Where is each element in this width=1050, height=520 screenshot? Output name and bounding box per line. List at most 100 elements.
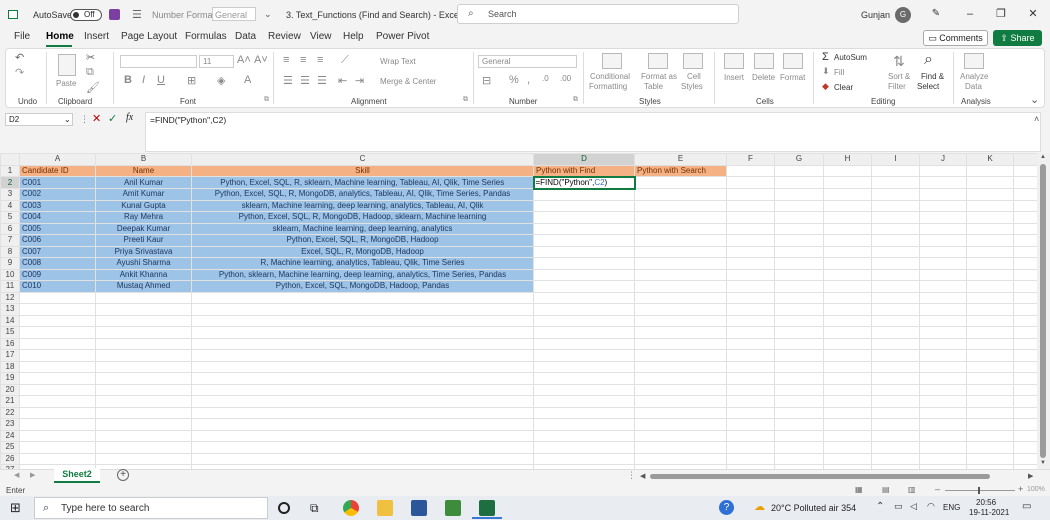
- cell[interactable]: [871, 280, 920, 293]
- cell[interactable]: [919, 383, 967, 396]
- cut-icon[interactable]: ✂: [86, 51, 95, 64]
- cell[interactable]: [726, 257, 775, 270]
- cell[interactable]: [871, 383, 920, 396]
- cell-python-find[interactable]: [533, 222, 635, 235]
- cell[interactable]: [774, 164, 824, 177]
- cell[interactable]: [919, 234, 967, 247]
- language-indicator[interactable]: ENG: [943, 503, 960, 512]
- cell[interactable]: [1013, 418, 1038, 431]
- wrap-text-button[interactable]: Wrap Text: [380, 57, 416, 66]
- cell[interactable]: [191, 349, 534, 362]
- insert-cells-label[interactable]: Insert: [724, 73, 744, 82]
- cell[interactable]: [823, 268, 872, 281]
- decrease-decimal-icon[interactable]: .00: [560, 74, 571, 83]
- fill-color-icon[interactable]: ◈: [217, 74, 225, 87]
- cell[interactable]: [1013, 164, 1038, 177]
- cell-header-name[interactable]: Name: [95, 164, 192, 177]
- cell[interactable]: [823, 257, 872, 270]
- cell[interactable]: [871, 441, 920, 454]
- cell[interactable]: [919, 176, 967, 189]
- app-icon[interactable]: [445, 500, 461, 516]
- cell[interactable]: [871, 199, 920, 212]
- cell[interactable]: [1013, 383, 1038, 396]
- cell[interactable]: [95, 349, 192, 362]
- cell[interactable]: [191, 418, 534, 431]
- row-header[interactable]: 17: [0, 349, 20, 362]
- cell[interactable]: [533, 429, 635, 442]
- format-as-table-label[interactable]: Format as: [641, 72, 677, 81]
- format-painter-icon[interactable]: 🖌: [86, 81, 100, 94]
- cell[interactable]: [823, 406, 872, 419]
- analyze-data-label[interactable]: Analyze: [960, 72, 988, 81]
- cell[interactable]: [919, 245, 967, 258]
- autosum-icon[interactable]: Σ: [822, 51, 829, 63]
- cell[interactable]: [774, 418, 824, 431]
- cell-skill[interactable]: R, Machine learning, analytics, Tableau,…: [191, 257, 534, 270]
- cell[interactable]: [823, 441, 872, 454]
- cell-name[interactable]: Deepak Kumar: [95, 222, 192, 235]
- cell[interactable]: [919, 452, 967, 465]
- cell[interactable]: [774, 199, 824, 212]
- cell[interactable]: [871, 429, 920, 442]
- cell[interactable]: [634, 337, 727, 350]
- cell-name[interactable]: Amit Kumar: [95, 188, 192, 201]
- cell[interactable]: [191, 383, 534, 396]
- cell[interactable]: [1013, 372, 1038, 385]
- zoom-slider[interactable]: [945, 490, 1015, 491]
- speaker-icon[interactable]: ◁: [910, 501, 917, 512]
- cell-python-find[interactable]: [533, 257, 635, 270]
- cell-skill[interactable]: Python, Excel, SQL, MongoDB, Hadoop, Pan…: [191, 280, 534, 293]
- cell[interactable]: [1013, 222, 1038, 235]
- underline-icon[interactable]: U: [157, 74, 165, 86]
- task-view-icon[interactable]: ⧉: [310, 501, 319, 516]
- cell[interactable]: [966, 441, 1014, 454]
- row-header[interactable]: 7: [0, 234, 20, 247]
- cell[interactable]: [1013, 314, 1038, 327]
- cell[interactable]: [823, 337, 872, 350]
- column-header-k[interactable]: K: [966, 153, 1014, 166]
- cell[interactable]: [774, 222, 824, 235]
- cell[interactable]: [726, 406, 775, 419]
- cell-header-python-find[interactable]: Python with Find: [533, 164, 635, 177]
- clock-date[interactable]: 19-11-2021: [969, 508, 1009, 517]
- cell[interactable]: [966, 349, 1014, 362]
- tab-file[interactable]: File: [14, 31, 30, 42]
- cell[interactable]: [1013, 268, 1038, 281]
- cell[interactable]: [774, 372, 824, 385]
- column-header-a[interactable]: A: [19, 153, 96, 166]
- cell-python-find[interactable]: [533, 280, 635, 293]
- insert-function-icon[interactable]: fx: [126, 112, 133, 123]
- select-all-corner[interactable]: [0, 153, 20, 166]
- align-center-icon[interactable]: ☰: [300, 74, 310, 87]
- cell[interactable]: [966, 257, 1014, 270]
- previous-sheet-icon[interactable]: ◀: [14, 471, 19, 479]
- file-explorer-icon[interactable]: [377, 500, 393, 516]
- cell[interactable]: [966, 303, 1014, 316]
- column-header-b[interactable]: B: [95, 153, 192, 166]
- row-header[interactable]: 22: [0, 406, 20, 419]
- cell-candidate-id[interactable]: C004: [19, 211, 96, 224]
- cell[interactable]: [966, 268, 1014, 281]
- cell[interactable]: [533, 291, 635, 304]
- insert-cells-icon[interactable]: [724, 53, 744, 69]
- cell[interactable]: [726, 303, 775, 316]
- worksheet-grid[interactable]: A B C D E F G H I J K 1 Candidate ID Name S…: [0, 153, 1050, 477]
- cell[interactable]: [823, 222, 872, 235]
- copy-icon[interactable]: ⧉: [86, 66, 94, 79]
- cell[interactable]: [95, 337, 192, 350]
- column-header-i[interactable]: I: [871, 153, 920, 166]
- row-header[interactable]: 13: [0, 303, 20, 316]
- cell[interactable]: [19, 349, 96, 362]
- accounting-format-icon[interactable]: ⊟: [482, 74, 491, 87]
- tab-power-pivot[interactable]: Power Pivot: [376, 31, 429, 42]
- cell[interactable]: [634, 280, 727, 293]
- close-icon[interactable]: ✕: [1026, 7, 1040, 21]
- number-format-quick-select[interactable]: General: [212, 7, 256, 21]
- font-dialog-launcher-icon[interactable]: ⧉: [264, 96, 269, 104]
- tab-formulas[interactable]: Formulas: [185, 31, 227, 42]
- cell[interactable]: [533, 418, 635, 431]
- cell[interactable]: [634, 418, 727, 431]
- weather-text[interactable]: 20°C Polluted air 354: [771, 503, 856, 513]
- analyze-data-icon[interactable]: [964, 53, 984, 69]
- cell[interactable]: [533, 372, 635, 385]
